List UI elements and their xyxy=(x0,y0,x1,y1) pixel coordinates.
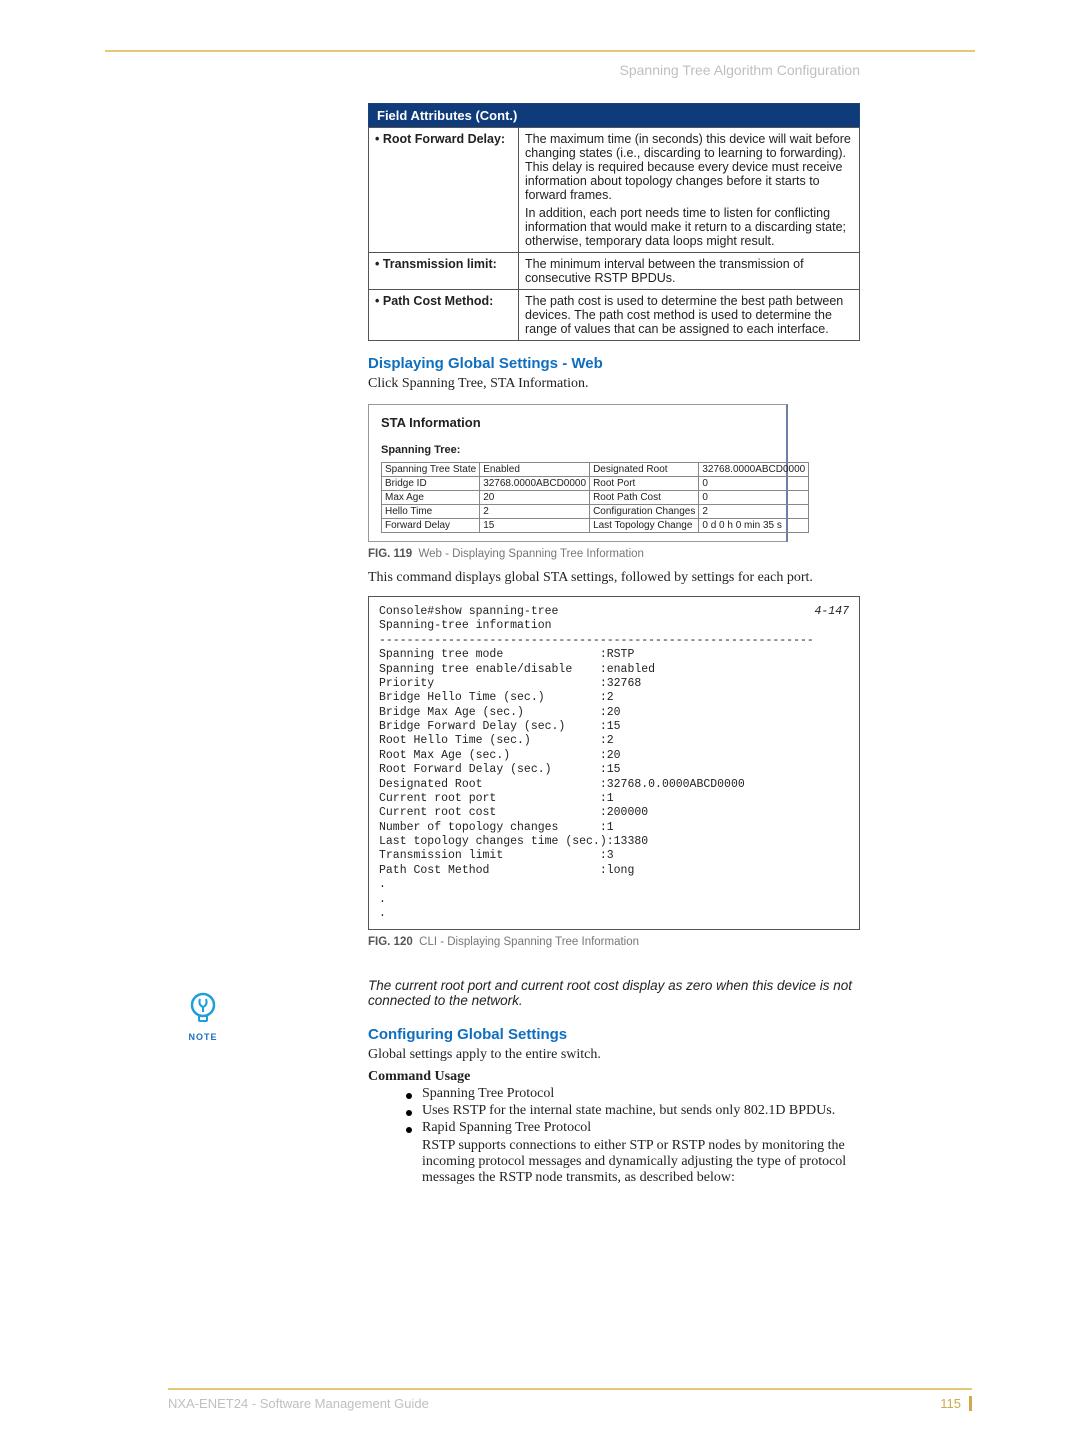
command-usage-heading: Command Usage xyxy=(368,1069,860,1085)
table-row: Root Forward Delay: The maximum time (in… xyxy=(369,128,860,253)
section-heading-displaying: Displaying Global Settings - Web xyxy=(368,355,860,372)
sta-table: Spanning Tree StateEnabledDesignated Roo… xyxy=(381,462,809,533)
attr-desc: The path cost is used to determine the b… xyxy=(519,290,860,341)
table-row: Spanning Tree StateEnabledDesignated Roo… xyxy=(382,463,809,477)
attr-label: Root Forward Delay: xyxy=(375,132,505,146)
cli-ref: 4-147 xyxy=(814,605,849,619)
table-row: Transmission limit: The minimum interval… xyxy=(369,253,860,290)
figure-caption-120: FIG. 120 CLI - Displaying Spanning Tree … xyxy=(368,936,860,948)
sta-information-panel: STA Information Spanning Tree: Spanning … xyxy=(368,404,788,542)
attr-label: Transmission limit: xyxy=(375,257,497,271)
figure-caption-119: FIG. 119 Web - Displaying Spanning Tree … xyxy=(368,548,860,560)
page-number: 115 xyxy=(940,1396,972,1411)
rstp-paragraph: RSTP supports connections to either STP … xyxy=(422,1138,860,1186)
page-footer: NXA-ENET24 - Software Management Guide 1… xyxy=(168,1388,972,1411)
field-attributes-table: Field Attributes (Cont.) Root Forward De… xyxy=(368,103,860,341)
table-row: Bridge ID32768.0000ABCD0000Root Port0 xyxy=(382,477,809,491)
list-item: Spanning Tree Protocol xyxy=(406,1086,860,1102)
page-header: Spanning Tree Algorithm Configuration xyxy=(273,62,860,78)
sta-subhead: Spanning Tree: xyxy=(381,444,774,456)
table-header: Field Attributes (Cont.) xyxy=(369,104,860,128)
attr-label: Path Cost Method: xyxy=(375,294,493,308)
sta-title: STA Information xyxy=(381,415,774,430)
attr-desc: The maximum time (in seconds) this devic… xyxy=(525,132,853,202)
note-label: NOTE xyxy=(183,1032,223,1042)
cli-output-box: Console#show spanning-tree4-147 Spanning… xyxy=(368,596,860,930)
attr-desc-extra: In addition, each port needs time to lis… xyxy=(525,206,853,248)
table-row: Hello Time2Configuration Changes2 xyxy=(382,505,809,519)
command-usage-list: Spanning Tree Protocol Uses RSTP for the… xyxy=(368,1086,860,1136)
footer-left: NXA-ENET24 - Software Management Guide xyxy=(168,1396,429,1411)
para-after-fig119: This command displays global STA setting… xyxy=(368,570,860,586)
attr-desc: The minimum interval between the transmi… xyxy=(519,253,860,290)
table-row: Path Cost Method: The path cost is used … xyxy=(369,290,860,341)
note-icon: NOTE xyxy=(183,992,223,1042)
section2-intro: Global settings apply to the entire swit… xyxy=(368,1047,860,1063)
table-row: Forward Delay15Last Topology Change0 d 0… xyxy=(382,519,809,533)
note-text: The current root port and current root c… xyxy=(368,978,860,1008)
list-item: Uses RSTP for the internal state machine… xyxy=(406,1103,860,1119)
list-item: Rapid Spanning Tree Protocol xyxy=(406,1120,860,1136)
table-row: Max Age20Root Path Cost0 xyxy=(382,491,809,505)
section1-intro: Click Spanning Tree, STA Information. xyxy=(368,376,860,392)
section-heading-configuring: Configuring Global Settings xyxy=(368,1026,860,1043)
